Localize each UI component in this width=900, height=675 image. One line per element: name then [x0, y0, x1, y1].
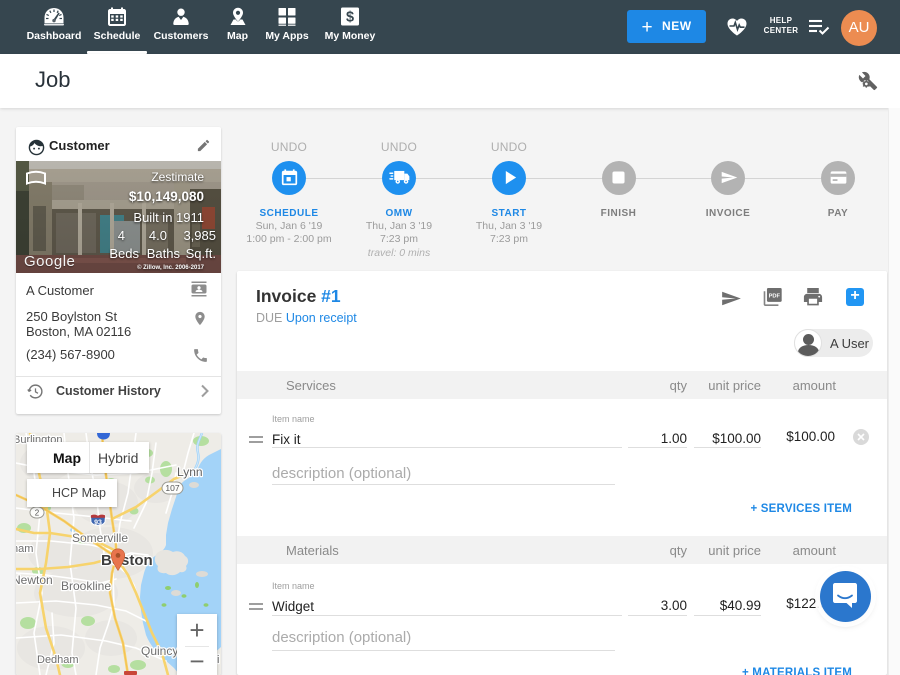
svg-text:Newton: Newton	[16, 573, 53, 587]
svg-text:93: 93	[94, 520, 102, 527]
svg-text:107: 107	[165, 483, 179, 493]
svg-text:ham: ham	[16, 543, 33, 555]
svg-text:PDF: PDF	[769, 293, 781, 299]
svg-text:$: $	[346, 10, 354, 26]
svg-text:Somerville: Somerville	[72, 531, 128, 545]
svg-text:Brookline: Brookline	[61, 579, 111, 593]
svg-text:Quincy: Quincy	[141, 644, 178, 658]
svg-text:Boston: Boston	[101, 552, 153, 569]
svg-text:2: 2	[35, 509, 40, 518]
svg-text:Lynn: Lynn	[177, 465, 203, 479]
svg-text:Dedham: Dedham	[37, 654, 79, 666]
